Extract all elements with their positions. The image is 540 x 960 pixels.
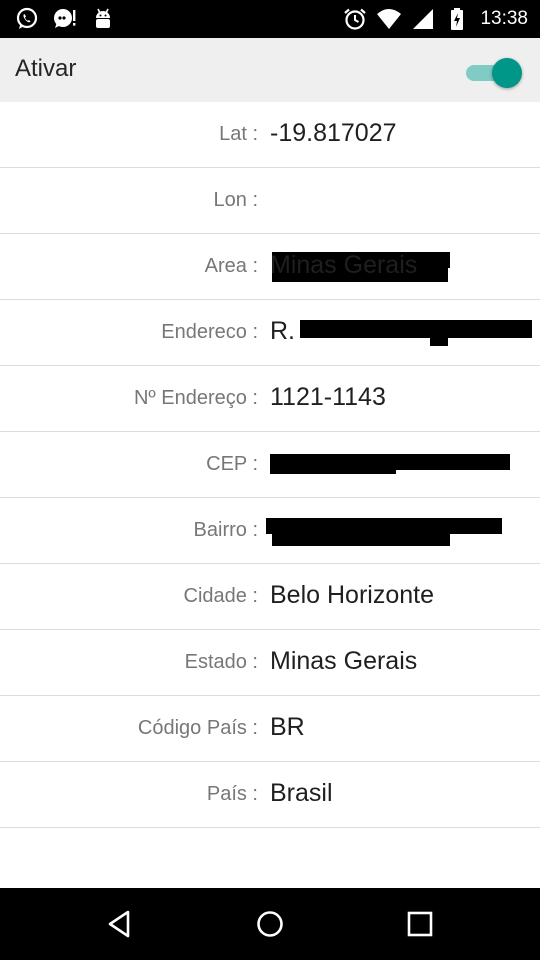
- list-item-codigo-pais: Código País : BR: [0, 696, 540, 762]
- cidade-label: Cidade :: [183, 585, 259, 607]
- redaction-bar: [270, 468, 396, 474]
- list-item-area: Area : Minas Gerais: [0, 234, 540, 300]
- address-list: Lat : -19.817027 Lon : Area : Minas Gera…: [0, 102, 540, 828]
- estado-value: Minas Gerais: [270, 647, 418, 675]
- list-item-lat: Lat : -19.817027: [0, 102, 540, 168]
- status-bar: 13:38: [0, 0, 540, 38]
- list-item-estado: Estado : Minas Gerais: [0, 630, 540, 696]
- list-item-endereco: Endereco : R.: [0, 300, 540, 366]
- battery-icon: [451, 8, 464, 30]
- activate-toggle[interactable]: [464, 56, 524, 88]
- recents-icon[interactable]: [404, 908, 436, 940]
- list-item-cep: CEP :: [0, 432, 540, 498]
- list-item-lon: Lon :: [0, 168, 540, 282]
- endereco-value: R.: [270, 317, 295, 345]
- system-icons: 13:38: [342, 6, 528, 32]
- redaction-bar: [430, 320, 448, 346]
- area-value: Minas Gerais: [270, 251, 418, 279]
- lon-label: Lon :: [213, 189, 258, 211]
- codigo-pais-label: Código País :: [137, 717, 258, 739]
- list-item-cidade: Cidade : Belo Horizonte: [0, 564, 540, 630]
- lat-label: Lat :: [219, 123, 258, 145]
- home-icon[interactable]: [254, 908, 286, 940]
- activate-label: Ativar: [15, 55, 77, 82]
- cep-label: CEP :: [206, 453, 258, 475]
- settings-header: Ativar: [0, 38, 540, 102]
- pais-label: País :: [206, 783, 258, 805]
- clock: 13:38: [480, 8, 528, 29]
- area-label: Area :: [204, 255, 258, 277]
- codigo-pais-value: BR: [270, 713, 305, 741]
- list-item-pais: País : Brasil: [0, 762, 540, 828]
- notification-icons: [14, 6, 116, 32]
- redaction-bar: [300, 320, 532, 338]
- cidade-value: Belo Horizonte: [270, 581, 434, 609]
- alarm-icon: [344, 8, 367, 30]
- navigation-bar: [0, 888, 540, 960]
- whatsapp-icon: [16, 7, 38, 29]
- bairro-label: Bairro :: [193, 519, 258, 541]
- numero-endereco-label: Nº Endereço :: [133, 387, 258, 409]
- back-icon[interactable]: [104, 908, 136, 940]
- redaction-bar: [272, 530, 450, 546]
- endereco-label: Endereco :: [161, 321, 258, 343]
- list-item-bairro: Bairro :: [0, 498, 540, 564]
- pais-value: Brasil: [270, 779, 333, 807]
- signal-icon: [413, 9, 434, 29]
- android-debug-icon: [96, 8, 110, 28]
- list-item-numero-endereco: Nº Endereço : 1121-1143: [0, 366, 540, 432]
- numero-endereco-value: 1121-1143: [270, 383, 386, 411]
- estado-label: Estado :: [184, 651, 258, 673]
- chat-notification-icon: [54, 9, 76, 28]
- lat-value: -19.817027: [270, 119, 397, 147]
- wifi-icon: [377, 9, 402, 29]
- toggle-thumb: [492, 58, 522, 88]
